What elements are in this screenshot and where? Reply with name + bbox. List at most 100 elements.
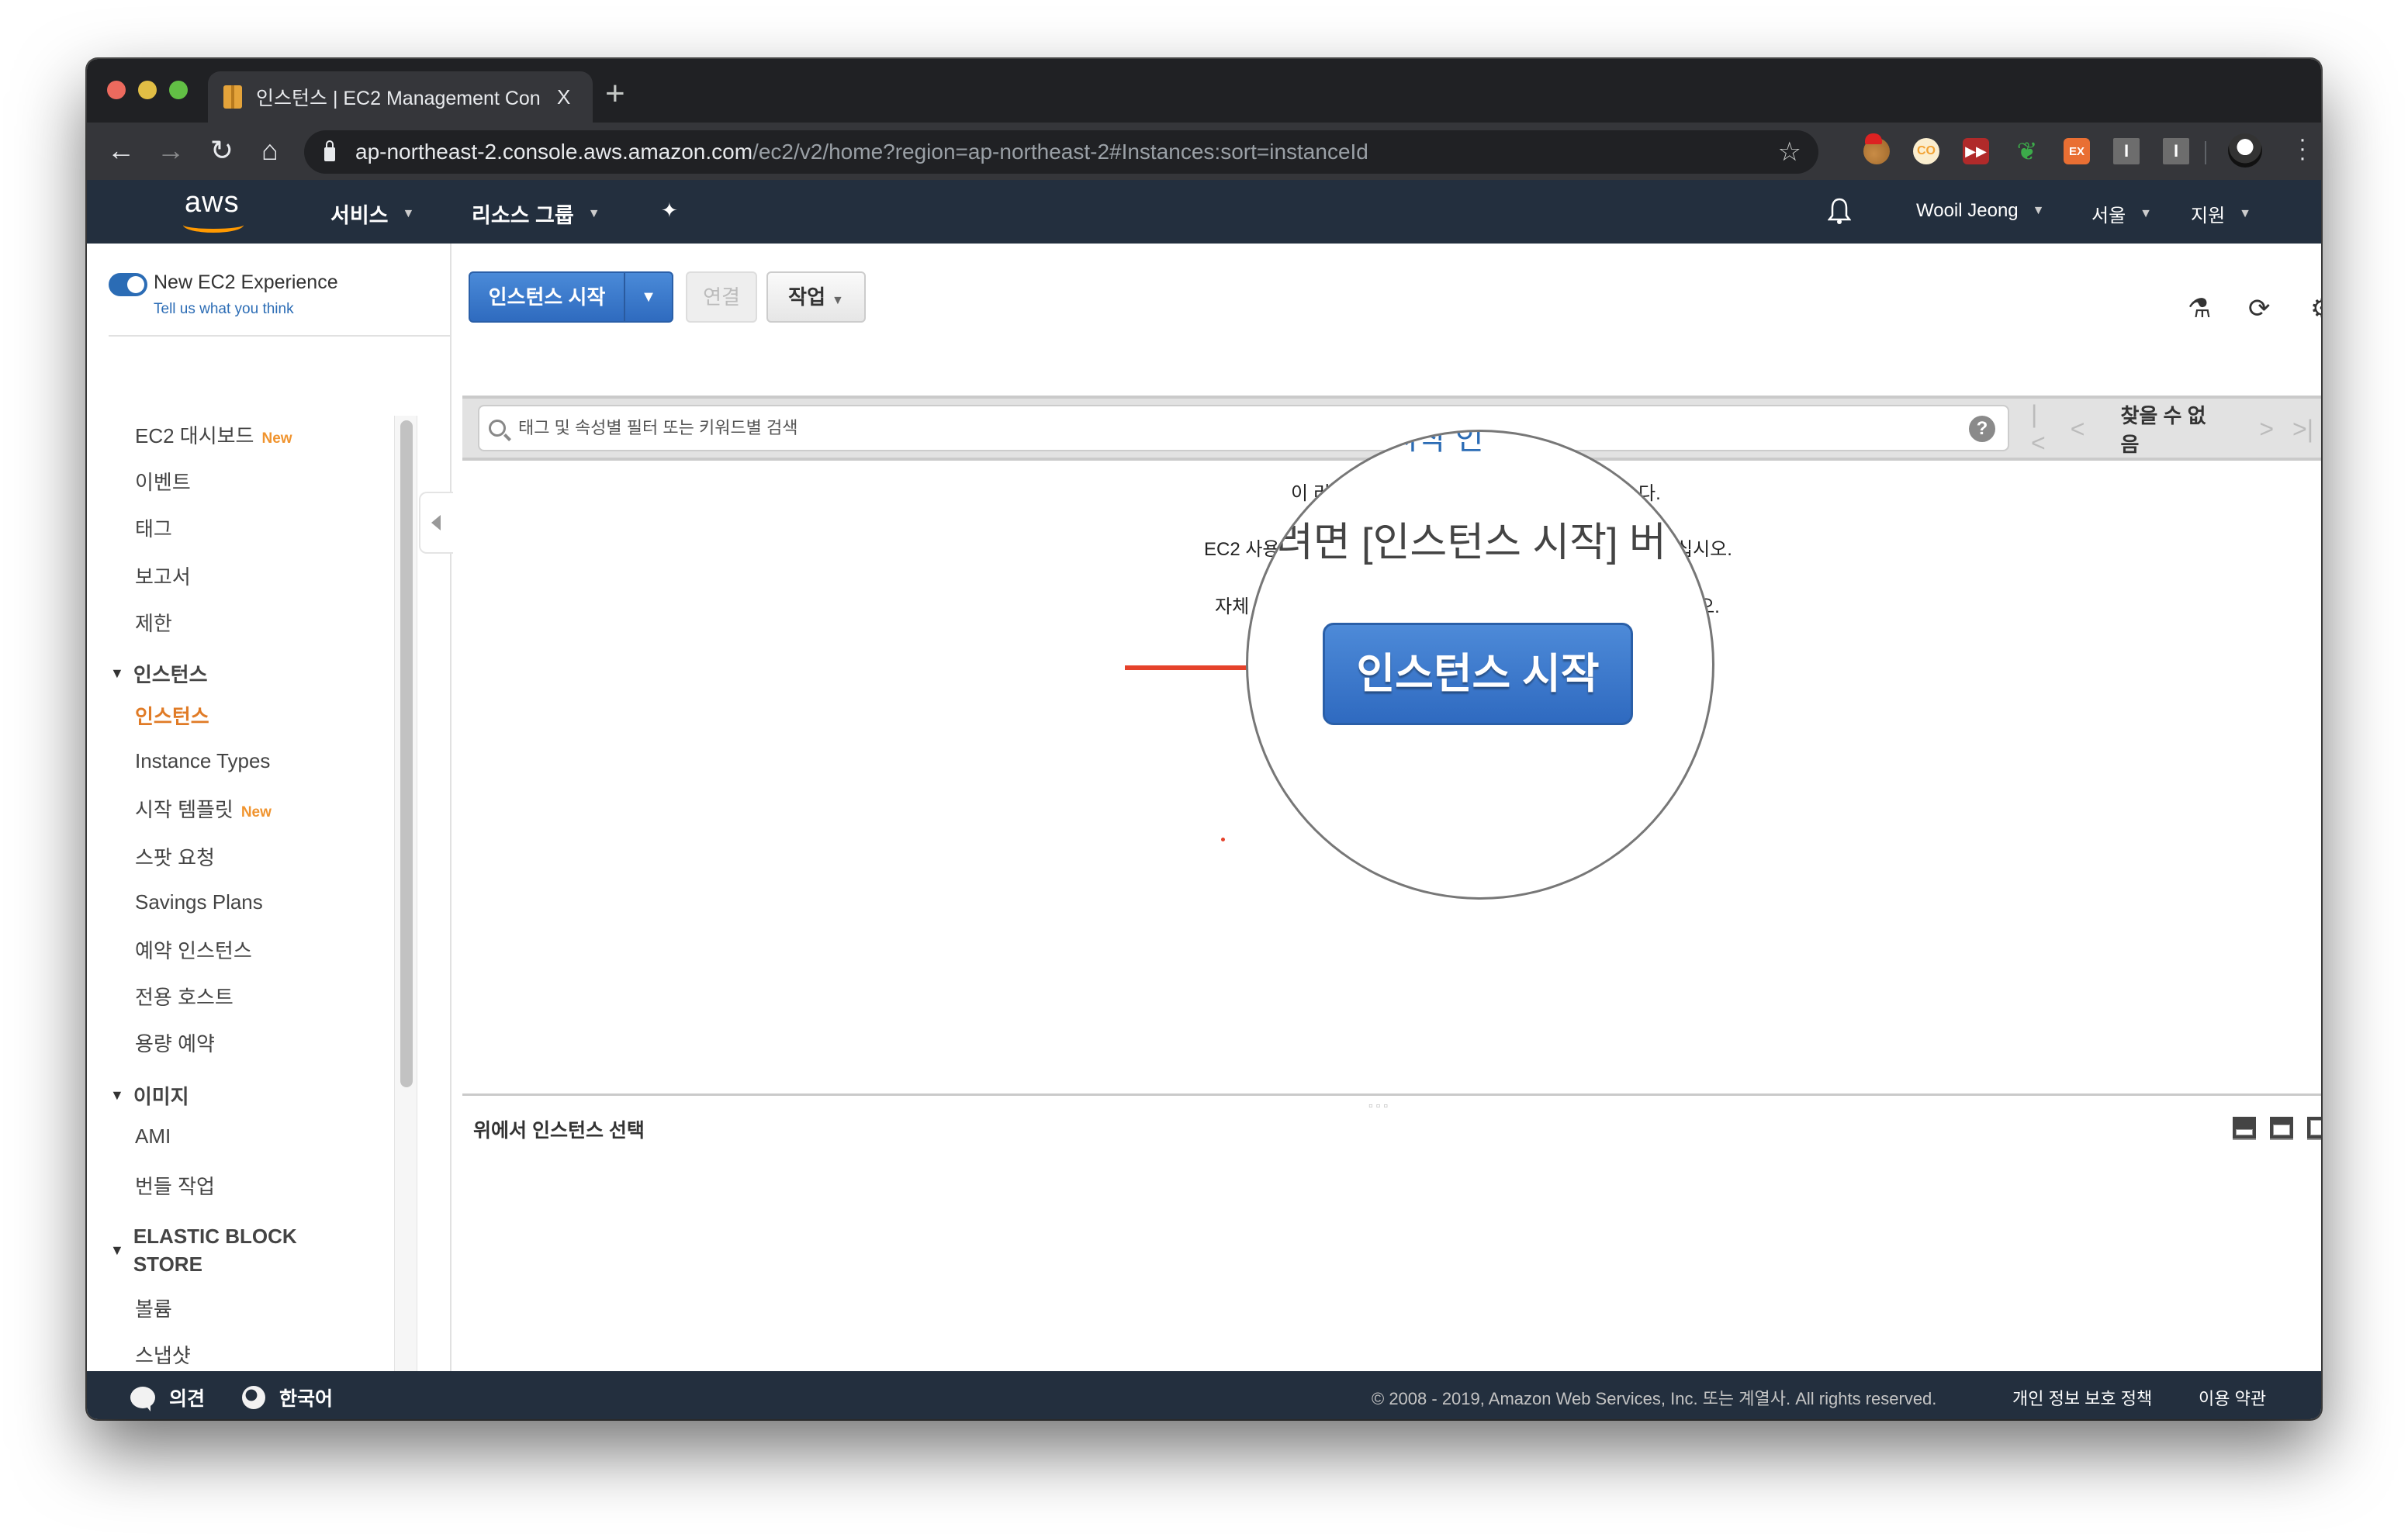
home-icon[interactable]: ⌂ (253, 133, 287, 168)
lock-icon (324, 140, 335, 161)
next-page-icon[interactable]: > (2259, 415, 2274, 444)
launch-dropdown-caret-icon[interactable]: ▼ (624, 273, 672, 321)
feedback-link[interactable]: Tell us what you think (154, 301, 294, 318)
sidebar-item-dedicated-hosts[interactable]: 전용 호스트 (135, 982, 234, 1011)
region-menu[interactable]: 서울 ▼ (2091, 200, 2152, 227)
search-help-icon[interactable]: ? (1969, 416, 1995, 442)
extension-i-icon-2[interactable]: I (2163, 138, 2189, 164)
support-menu[interactable]: 지원 ▼ (2191, 200, 2251, 227)
copyright-text: © 2008 - 2019, Amazon Web Services, Inc.… (1372, 1389, 1937, 1408)
prev-page-icon[interactable]: < (2071, 415, 2085, 444)
feedback-button[interactable]: 의견 (130, 1384, 205, 1411)
sidebar-item-launch-templates[interactable]: 시작 템플릿 New (135, 794, 272, 823)
bookmark-star-icon[interactable]: ☆ (1778, 136, 1801, 168)
extension-i-icon[interactable]: I (2113, 138, 2140, 164)
actions-button[interactable]: 작업 ▼ (766, 271, 866, 323)
launch-instance-button[interactable]: 인스턴스 시작 (470, 273, 624, 321)
services-menu[interactable]: 서비스 ▼ (330, 199, 414, 229)
aws-logo[interactable]: aws (180, 186, 250, 233)
pane-splitter[interactable] (462, 1093, 2321, 1096)
empty-state-text: 자체 (1215, 596, 1250, 617)
new-badge: New (240, 804, 272, 821)
layout-small-pane-icon[interactable] (2233, 1117, 2256, 1140)
sidebar-item-instances[interactable]: 인스턴스 (135, 701, 209, 730)
tab-close-icon[interactable]: X (557, 85, 570, 109)
sidebar-item-instance-types[interactable]: Instance Types (135, 749, 270, 773)
sidebar-item-reports[interactable]: 보고서 (135, 561, 191, 590)
triangle-down-icon: ▼ (110, 1087, 124, 1103)
empty-state-text: EC2 사용 (1204, 539, 1280, 560)
new-experience-toggle[interactable] (109, 273, 147, 296)
browser-menu-icon[interactable]: · · · (2295, 128, 2310, 170)
magnified-launch-instance-button[interactable]: 인스턴스 시작 (1323, 623, 1633, 725)
chevron-down-icon: ▼ (832, 294, 844, 307)
triangle-down-icon: ▼ (110, 1242, 124, 1258)
co-extension-icon[interactable]: CO (1913, 138, 1939, 164)
sidebar-scrollbar[interactable] (394, 416, 417, 1371)
last-page-icon[interactable]: >| (2292, 415, 2313, 444)
chevron-down-icon: ▼ (2239, 206, 2252, 220)
sidebar-scrollbar-thumb[interactable] (400, 420, 413, 1087)
language-selector[interactable]: 한국어 (242, 1384, 333, 1411)
triangle-down-icon: ▼ (110, 665, 124, 681)
sidebar-section-images[interactable]: ▼ 이미지 (110, 1081, 189, 1110)
chevron-down-icon: ▼ (402, 206, 415, 220)
chevron-down-icon: ▼ (2032, 204, 2045, 217)
speech-bubble-icon (130, 1387, 155, 1411)
cookie-extension-icon[interactable] (1863, 133, 1890, 164)
sidebar-item-reserved-instances[interactable]: 예약 인스턴스 (135, 935, 252, 964)
flask-icon[interactable]: ⚗ (2188, 293, 2211, 324)
profile-avatar[interactable] (2228, 133, 2262, 168)
sidebar-item-events[interactable]: 이벤트 (135, 467, 191, 496)
search-icon (489, 420, 506, 437)
sidebar-item-spot-requests[interactable]: 스팟 요청 (135, 842, 215, 871)
pagination-status: 찾을 수 없음 (2120, 404, 2206, 456)
browser-tab[interactable]: 인스턴스 | EC2 Management Con X (208, 71, 593, 123)
connect-button[interactable]: 연결 (686, 271, 757, 323)
new-tab-button[interactable]: + (605, 74, 625, 113)
privacy-policy-link[interactable]: 개인 정보 보호 정책 (2012, 1385, 2152, 1410)
sidebar-item-bundle-tasks[interactable]: 번들 작업 (135, 1171, 215, 1200)
back-arrow-icon[interactable]: ← (104, 133, 138, 168)
close-window-button[interactable] (107, 81, 126, 99)
sidebar-item-capacity-reservations[interactable]: 용량 예약 (135, 1028, 215, 1057)
sidebar-item-snapshots[interactable]: 스냅샷 (135, 1340, 191, 1369)
sidebar-item-savings-plans[interactable]: Savings Plans (135, 890, 263, 914)
ec2-sidebar: New EC2 Experience Tell us what you thin… (87, 244, 453, 1414)
sidebar-item-dashboard[interactable]: EC2 대시보드 New (135, 420, 292, 449)
first-page-icon[interactable]: |< (2031, 400, 2052, 458)
pagination: |< < 찾을 수 없음 > >| (2022, 400, 2321, 457)
sidebar-item-ami[interactable]: AMI (135, 1125, 171, 1149)
sidebar-section-ebs[interactable]: ▼ ELASTIC BLOCK STORE (110, 1222, 297, 1278)
fast-forward-extension-icon[interactable]: ▶▶ (1963, 138, 1989, 164)
refresh-icon[interactable]: ⟳ (2248, 293, 2271, 324)
chevron-down-icon: ▼ (2140, 206, 2153, 220)
layout-medium-pane-icon[interactable] (2270, 1117, 2293, 1140)
browser-toolbar: ← → ↻ ⌂ ap-northeast-2.console.aws.amazo… (87, 123, 2321, 180)
address-bar[interactable]: ap-northeast-2.console.aws.amazon.com/ec… (304, 130, 1818, 174)
search-input[interactable] (518, 418, 1961, 438)
chevron-down-icon: ▼ (587, 206, 600, 220)
bell-icon[interactable] (1828, 197, 1851, 225)
user-menu[interactable]: Wooil Jeong ▼ (1916, 200, 2044, 222)
sidebar-item-volumes[interactable]: 볼륨 (135, 1294, 172, 1322)
maximize-window-button[interactable] (169, 81, 188, 99)
collapse-sidebar-button[interactable] (419, 492, 453, 554)
reload-icon[interactable]: ↻ (205, 133, 239, 168)
search-field[interactable]: ? (478, 405, 2009, 451)
evernote-extension-icon[interactable]: ❦ (2014, 137, 2040, 165)
ex-extension-icon[interactable]: EX (2064, 138, 2090, 164)
detail-pane-title: 위에서 인스턴스 선택 (473, 1120, 645, 1142)
sidebar-section-instances[interactable]: ▼ 인스턴스 (110, 659, 208, 688)
forward-arrow-icon[interactable]: → (154, 133, 188, 168)
sidebar-item-limits[interactable]: 제한 (135, 608, 172, 637)
sidebar-item-tags[interactable]: 태그 (135, 513, 172, 542)
minimize-window-button[interactable] (138, 81, 157, 99)
sidebar-divider (109, 335, 452, 337)
terms-of-use-link[interactable]: 이용 약관 (2199, 1385, 2266, 1410)
drag-handle-icon[interactable]: ▫▫▫ (1368, 1100, 1391, 1114)
resource-groups-menu[interactable]: 리소스 그룹 ▼ (472, 199, 600, 229)
layout-large-pane-icon[interactable] (2307, 1117, 2321, 1140)
gear-icon[interactable]: ⚙ (2310, 293, 2321, 324)
pin-icon[interactable]: ✦ (661, 199, 678, 223)
